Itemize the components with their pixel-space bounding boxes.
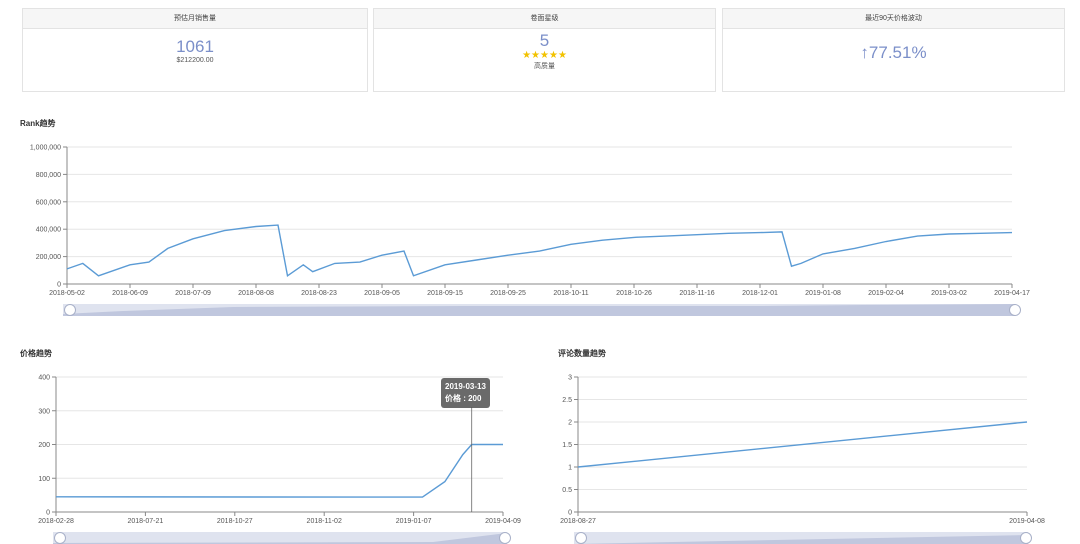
reviews-chart: 0 0.5 1 1.5 2 2.5 3 2018-08-27 2019-04-08: [560, 375, 1045, 526]
reviews-zoom-slider[interactable]: [574, 531, 1034, 544]
y-tick-label: 2: [568, 420, 572, 427]
x-tick-label: 2019-04-08: [1009, 518, 1045, 525]
y-tick-label: 2.5: [562, 397, 572, 404]
x-tick-label: 2018-08-27: [560, 518, 596, 525]
reviews-zoom-right-handle: [1020, 532, 1032, 544]
y-tick-label: 3: [568, 375, 572, 382]
reviews-zoom-left-handle: [575, 532, 587, 544]
y-tick-label: 1: [568, 465, 572, 472]
y-tick-label: 1.5: [562, 442, 572, 449]
y-tick-label: 0: [568, 510, 572, 517]
y-tick-label: 0.5: [562, 487, 572, 494]
